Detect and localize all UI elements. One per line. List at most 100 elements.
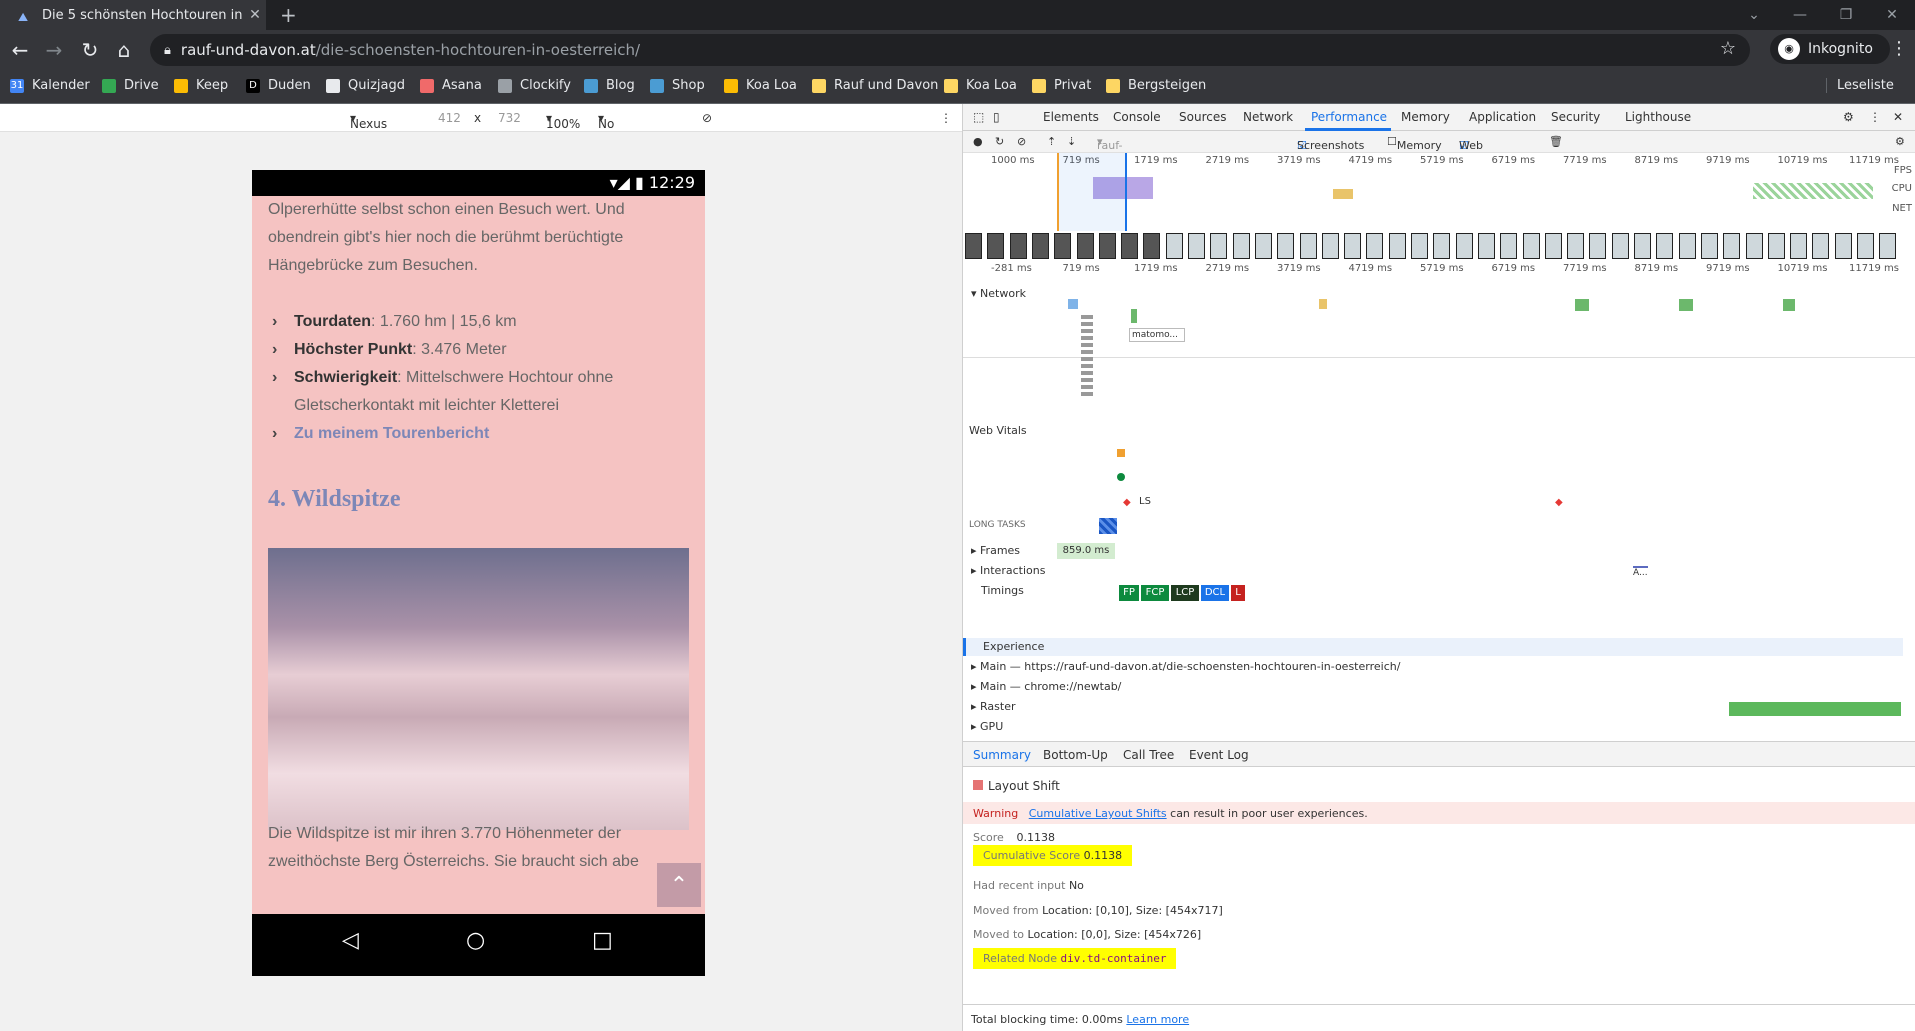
screenshot-thumbnail[interactable]: [1299, 233, 1317, 259]
height-input[interactable]: 732: [498, 111, 521, 125]
screenshot-thumbnail[interactable]: [1656, 233, 1674, 259]
screenshot-thumbnail[interactable]: [1031, 233, 1049, 259]
screenshot-thumbnail[interactable]: [1455, 233, 1473, 259]
frame-duration[interactable]: 859.0 ms: [1057, 543, 1115, 559]
screenshot-thumbnail[interactable]: [1210, 233, 1228, 259]
screenshot-thumbnail[interactable]: [1700, 233, 1718, 259]
bookmark-folder[interactable]: Privat: [1032, 78, 1091, 93]
raster-task[interactable]: [1729, 702, 1901, 716]
tab-event-log[interactable]: Event Log: [1189, 748, 1249, 762]
screenshot-thumbnail[interactable]: [1522, 233, 1540, 259]
network-request[interactable]: [1319, 299, 1327, 309]
network-request[interactable]: [1575, 299, 1589, 311]
tab-elements[interactable]: Elements: [1043, 110, 1099, 124]
tab-sources[interactable]: Sources: [1179, 110, 1226, 124]
home-nav-icon[interactable]: ○: [466, 928, 485, 953]
back-nav-icon[interactable]: ◁: [342, 928, 359, 953]
timing-dcl[interactable]: DCL: [1201, 585, 1229, 601]
trash-icon[interactable]: 🗑︎: [1549, 135, 1563, 148]
bookmark-item[interactable]: Koa Loa: [724, 78, 797, 93]
rotate-icon[interactable]: ⊘: [702, 111, 712, 125]
bookmark-folder[interactable]: Bergsteigen: [1106, 78, 1206, 93]
screenshot-thumbnail[interactable]: [1165, 233, 1183, 259]
bookmark-item[interactable]: Clockify: [498, 78, 571, 93]
inspect-icon[interactable]: ⬚: [973, 110, 984, 124]
network-track-label[interactable]: ▾ Network: [971, 287, 1026, 300]
reload-icon[interactable]: ↻: [76, 38, 104, 62]
timing-fcp[interactable]: FCP: [1141, 585, 1169, 601]
screenshot-thumbnail[interactable]: [1388, 233, 1406, 259]
network-request[interactable]: [1068, 299, 1078, 309]
screenshot-thumbnail[interactable]: [1076, 233, 1094, 259]
track-main[interactable]: ▸ Main — https://rauf-und-davon.at/die-s…: [971, 660, 1400, 673]
screenshot-thumbnail[interactable]: [1254, 233, 1272, 259]
screenshot-thumbnail[interactable]: [1879, 233, 1897, 259]
recording-select[interactable]: rauf-und-davon.at #1 ▾: [1097, 135, 1146, 191]
device-select[interactable]: Nexus 5X ▾: [350, 111, 387, 145]
throttle-select[interactable]: No throttling ▾: [598, 111, 654, 145]
screenshot-thumbnail[interactable]: [965, 233, 982, 259]
timing-fp[interactable]: FP: [1119, 585, 1139, 601]
tour-report-link[interactable]: Zu meinem Tourenbericht: [272, 420, 692, 448]
bookmark-item[interactable]: Quizjagd: [326, 78, 405, 93]
track-main-newtab[interactable]: ▸ Main — chrome://newtab/: [971, 680, 1121, 693]
screenshot-thumbnail[interactable]: [1589, 233, 1607, 259]
track-raster[interactable]: ▸ Raster: [971, 700, 1016, 713]
devtools-menu-icon[interactable]: ⋮: [1869, 110, 1881, 124]
screenshot-thumbnail[interactable]: [1745, 233, 1763, 259]
download-icon[interactable]: ⇣: [1067, 135, 1076, 148]
screenshot-thumbnail[interactable]: [1634, 233, 1651, 259]
screenshot-thumbnail[interactable]: [1544, 233, 1562, 259]
experience-track[interactable]: [963, 638, 1903, 656]
memory-checkbox[interactable]: ☐ Memory: [1387, 135, 1442, 152]
long-task-bar[interactable]: [1099, 518, 1117, 534]
screenshot-thumbnail[interactable]: [1188, 233, 1205, 259]
timeline-overview[interactable]: 1000 ms 719 ms 1719 ms 2719 ms 3719 ms 4719 m…: [963, 153, 1915, 399]
tab-network[interactable]: Network: [1243, 110, 1293, 124]
phone-screen[interactable]: Olpererhütte selbst schon einen Besuch w…: [252, 196, 705, 914]
track-frames[interactable]: ▸ Frames: [971, 544, 1020, 557]
tab-security[interactable]: Security: [1551, 110, 1600, 124]
screenshot-thumbnail[interactable]: [1009, 233, 1027, 259]
reading-list-button[interactable]: Leseliste: [1826, 78, 1894, 93]
screenshot-thumbnail[interactable]: [1366, 233, 1384, 259]
screenshot-thumbnail[interactable]: [1433, 233, 1451, 259]
bookmark-folder[interactable]: Rauf und Davon: [812, 78, 938, 93]
close-devtools-icon[interactable]: ✕: [1893, 110, 1903, 124]
browser-menu-icon[interactable]: ⋮: [1890, 38, 1908, 59]
screenshot-thumbnail[interactable]: [1678, 233, 1696, 259]
recents-nav-icon[interactable]: □: [592, 928, 613, 953]
screenshot-thumbnail[interactable]: [1477, 233, 1495, 259]
settings-icon[interactable]: ⚙: [1843, 110, 1854, 124]
selection-window[interactable]: [1057, 153, 1127, 231]
zoom-select[interactable]: 100% ▾: [546, 111, 580, 131]
tab-lighthouse[interactable]: Lighthouse: [1625, 110, 1691, 124]
upload-icon[interactable]: ⇡: [1047, 135, 1056, 148]
network-request[interactable]: [1131, 309, 1137, 323]
screenshot-thumbnail[interactable]: [1411, 233, 1428, 259]
layout-shift-marker[interactable]: ◆: [1555, 497, 1563, 508]
lock-icon[interactable]: 🔒︎: [164, 43, 171, 58]
close-tab-icon[interactable]: ✕: [244, 7, 266, 23]
layout-shift-marker[interactable]: ◆: [1123, 497, 1131, 508]
timing-load[interactable]: L: [1231, 585, 1245, 601]
home-icon[interactable]: ⌂: [110, 38, 138, 62]
back-icon[interactable]: ←: [6, 38, 34, 62]
capture-settings-icon[interactable]: ⚙: [1895, 135, 1905, 148]
vital-marker[interactable]: [1117, 449, 1125, 457]
tab-bottom-up[interactable]: Bottom-Up: [1043, 748, 1108, 762]
device-menu-icon[interactable]: ⋮: [940, 111, 952, 125]
track-interactions[interactable]: ▸ Interactions: [971, 564, 1045, 577]
timing-lcp[interactable]: LCP: [1171, 585, 1199, 601]
address-bar[interactable]: 🔒︎ rauf-und-davon.at /die-schoensten-hoc…: [150, 34, 1750, 66]
close-window-icon[interactable]: ✕: [1869, 7, 1915, 23]
tab-performance[interactable]: Performance: [1311, 110, 1387, 124]
screenshot-thumbnail[interactable]: [1723, 233, 1741, 259]
bookmark-item[interactable]: D Duden: [246, 78, 311, 93]
record-icon[interactable]: ●: [973, 135, 983, 148]
screenshot-thumbnail[interactable]: [1054, 233, 1072, 259]
width-input[interactable]: 412: [438, 111, 461, 125]
bookmark-star-icon[interactable]: ☆: [1720, 38, 1736, 59]
screenshot-thumbnail[interactable]: [1767, 233, 1785, 259]
forward-icon[interactable]: →: [40, 38, 68, 62]
